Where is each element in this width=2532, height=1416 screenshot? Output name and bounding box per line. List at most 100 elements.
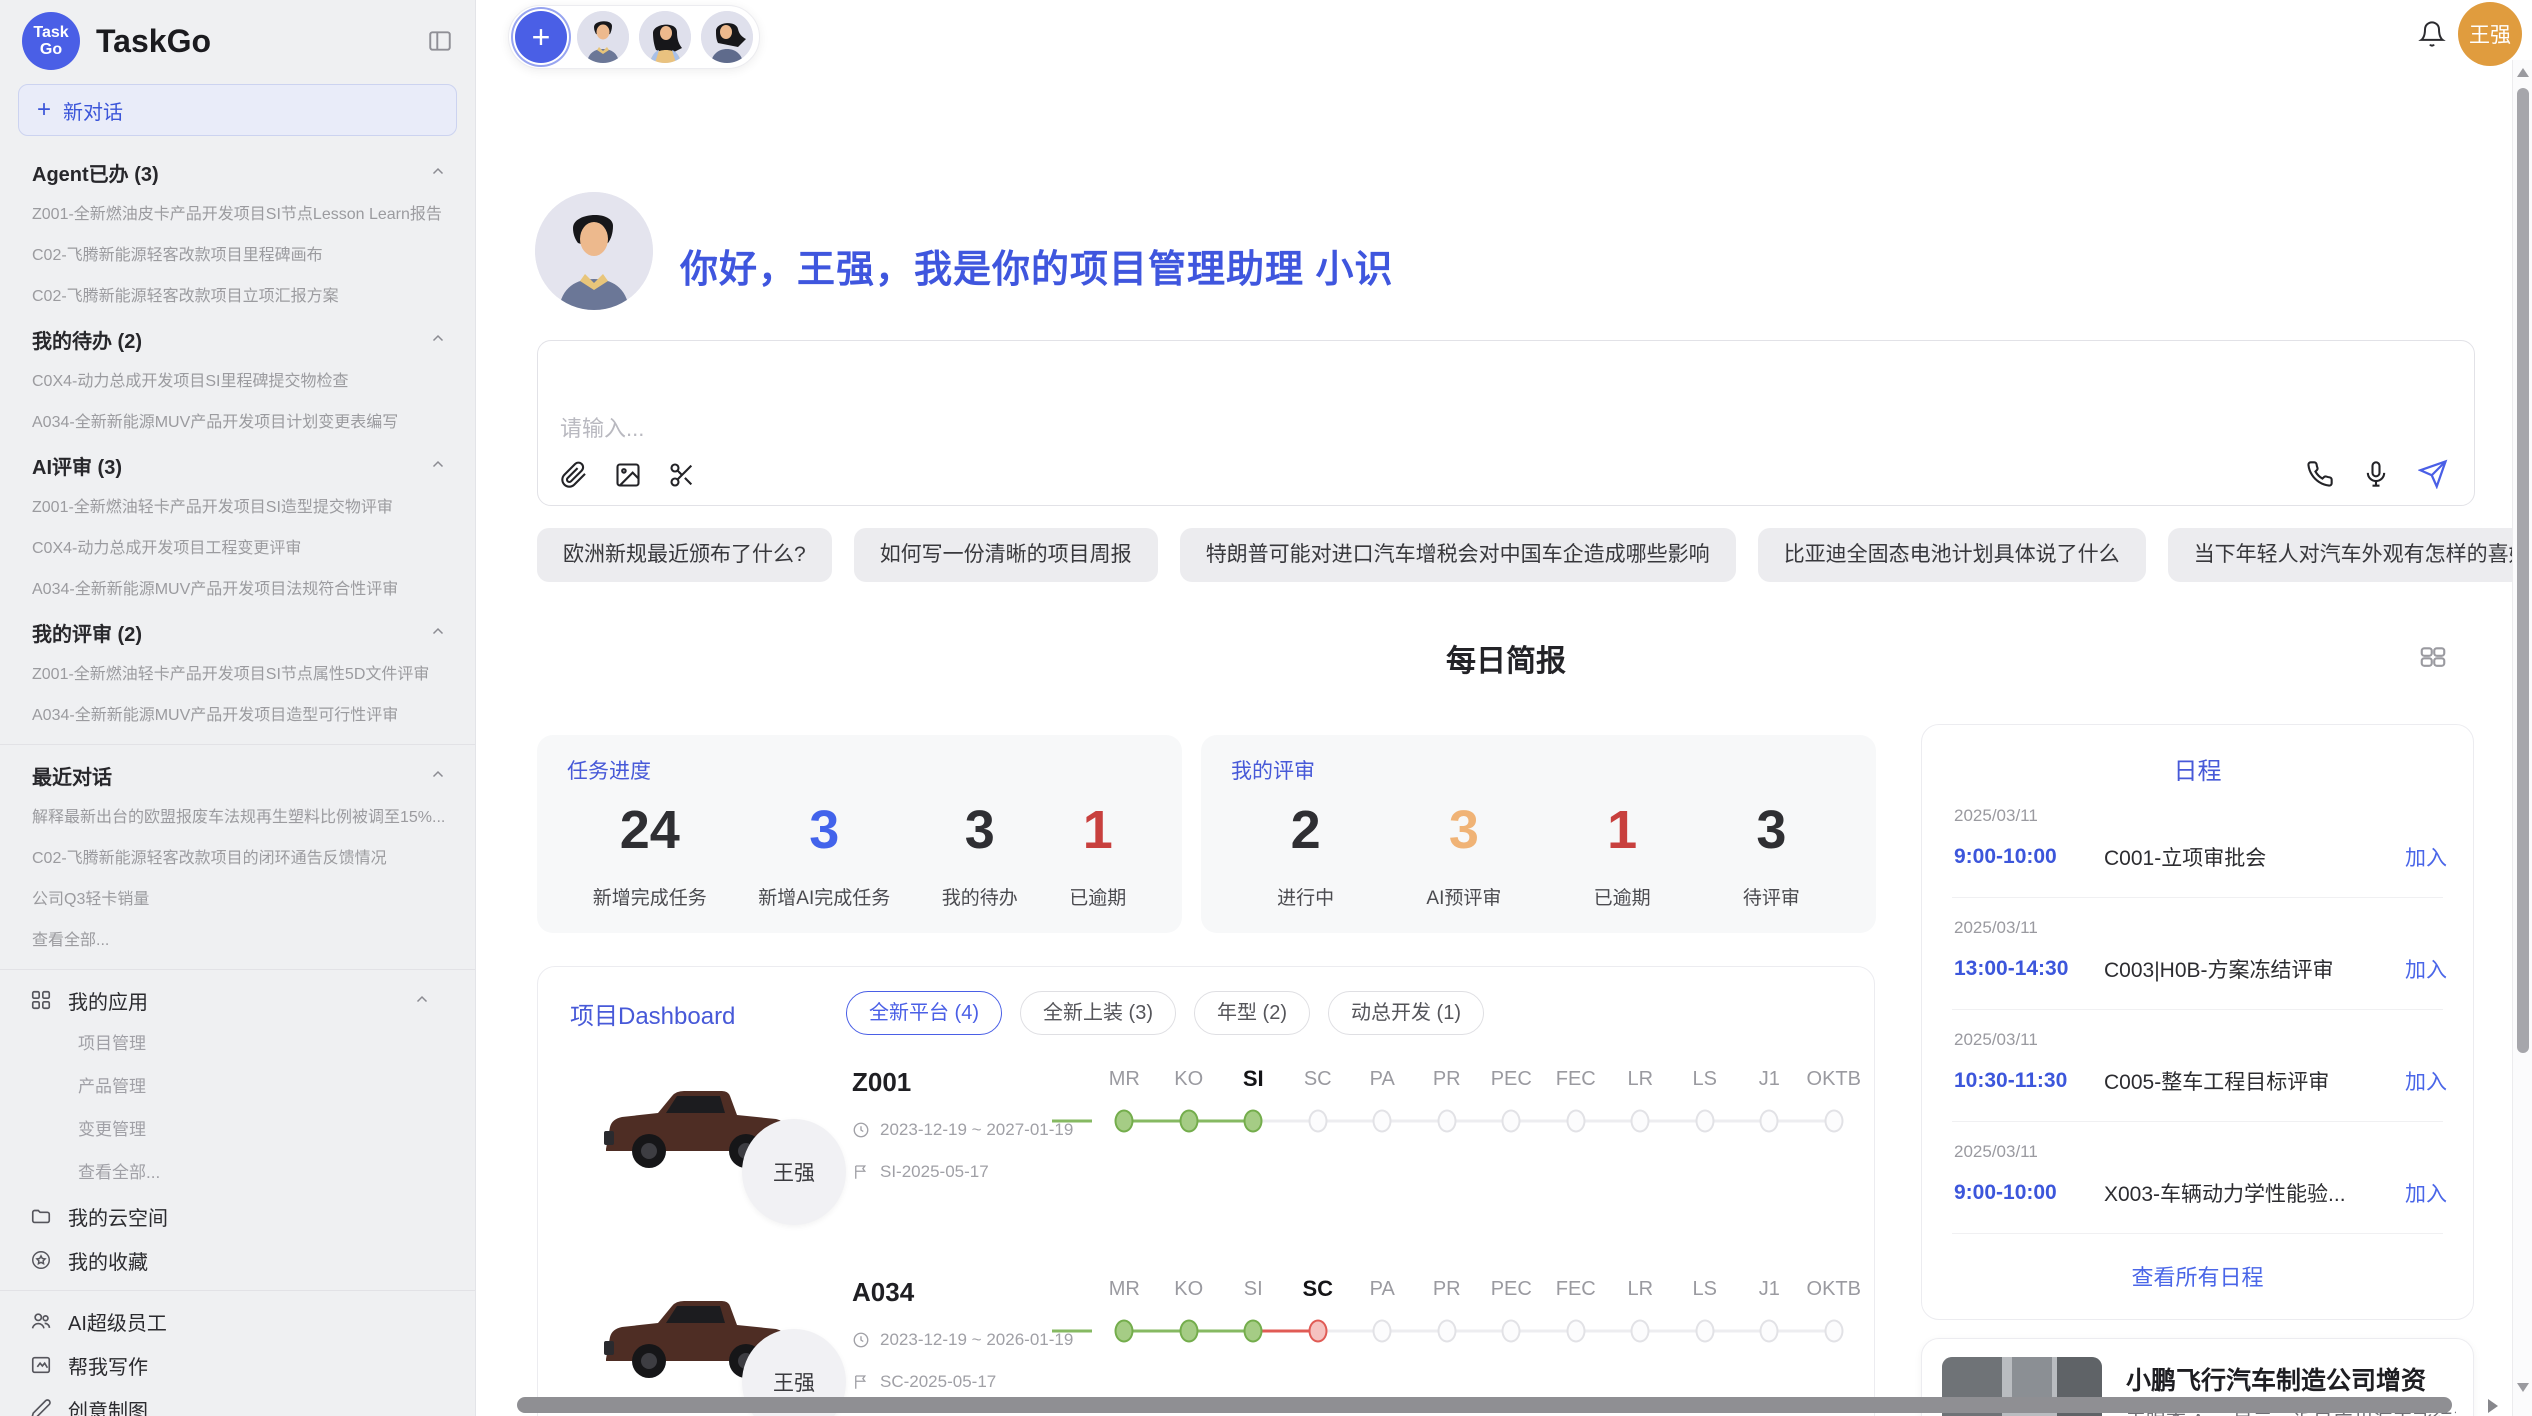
user-avatar[interactable]: 王强 bbox=[2458, 2, 2522, 66]
section-agent-done[interactable]: Agent已办 (3) bbox=[0, 150, 475, 194]
ai-super-staff-label: AI超级员工 bbox=[68, 1307, 167, 1336]
scissors-icon[interactable] bbox=[668, 461, 696, 489]
send-icon[interactable] bbox=[2418, 459, 2448, 489]
sidebar-item-ai-super-staff[interactable]: AI超级员工 bbox=[0, 1299, 475, 1343]
horizontal-scrollbar[interactable] bbox=[517, 1397, 2507, 1414]
chevron-up-icon[interactable] bbox=[413, 991, 431, 1009]
app-item-change-mgmt[interactable]: 变更管理 bbox=[0, 1108, 475, 1151]
chevron-up-icon[interactable] bbox=[429, 330, 447, 348]
app-item-product-mgmt[interactable]: 产品管理 bbox=[0, 1065, 475, 1108]
attachment-icon[interactable] bbox=[560, 461, 588, 489]
clock-icon bbox=[852, 1331, 870, 1349]
view-all-apps[interactable]: 查看全部... bbox=[0, 1151, 475, 1194]
phone-icon[interactable] bbox=[2306, 460, 2334, 488]
view-all-schedule-link[interactable]: 查看所有日程 bbox=[1922, 1260, 2473, 1292]
vertical-scrollbar-thumb[interactable] bbox=[2517, 88, 2529, 1053]
notifications-bell-icon[interactable] bbox=[2418, 20, 2446, 48]
list-item[interactable]: C02-飞腾新能源轻客改款项目立项汇报方案 bbox=[0, 276, 475, 317]
suggestion-chip[interactable]: 如何写一份清晰的项目周报 bbox=[854, 528, 1158, 582]
scroll-up-arrow-icon[interactable] bbox=[2517, 68, 2529, 77]
list-item[interactable]: C02-飞腾新能源轻客改款项目的闭环通告反馈情况 bbox=[0, 838, 475, 879]
list-item[interactable]: 解释最新出台的欧盟报废车法规再生塑料比例被调至15%... bbox=[0, 797, 475, 838]
join-button[interactable]: 加入 bbox=[2405, 1178, 2447, 1208]
chevron-up-icon[interactable] bbox=[429, 766, 447, 784]
suggestion-chip[interactable]: 比亚迪全固态电池计划具体说了什么 bbox=[1758, 528, 2146, 582]
milestone-label: LR bbox=[1608, 1057, 1673, 1101]
horizontal-scrollbar-thumb[interactable] bbox=[517, 1397, 2452, 1413]
suggestion-chip[interactable]: 当下年轻人对汽车外观有怎样的喜好趋势 bbox=[2168, 528, 2532, 582]
news-title: 小鹏飞行汽车制造公司增资 bbox=[2126, 1361, 2426, 1397]
tab-powertrain[interactable]: 动总开发 (1) bbox=[1328, 991, 1484, 1035]
sidebar-collapse-icon[interactable] bbox=[427, 28, 453, 54]
list-item[interactable]: 公司Q3轻卡销量 bbox=[0, 879, 475, 920]
avatar[interactable] bbox=[639, 11, 691, 63]
suggestion-chip[interactable]: 欧洲新规最近颁布了什么? bbox=[537, 528, 832, 582]
list-item[interactable]: A034-全新新能源MUV产品开发项目计划变更表编写 bbox=[0, 402, 475, 443]
tab-new-platform[interactable]: 全新平台 (4) bbox=[846, 991, 1002, 1035]
join-button[interactable]: 加入 bbox=[2405, 1066, 2447, 1096]
tab-model-year[interactable]: 年型 (2) bbox=[1194, 991, 1310, 1035]
new-chat-button[interactable]: + 新对话 bbox=[18, 84, 457, 136]
stat: 24新增完成任务 bbox=[593, 799, 707, 910]
milestone-label: PA bbox=[1350, 1057, 1415, 1101]
layout-grid-icon[interactable] bbox=[2418, 642, 2448, 672]
list-item[interactable]: Z001-全新燃油轻卡产品开发项目SI节点属性5D文件评审 bbox=[0, 654, 475, 695]
divider bbox=[1952, 1233, 2443, 1234]
project-row[interactable]: 王强 A034 2023-12-19 ~ 2026-01-19 SC-2025-… bbox=[570, 1267, 1874, 1416]
milestone-label: PR bbox=[1415, 1267, 1480, 1311]
vertical-scrollbar[interactable] bbox=[2512, 60, 2532, 1416]
star-badge-icon bbox=[30, 1249, 52, 1271]
sidebar-item-my-apps[interactable]: 我的应用 bbox=[0, 978, 475, 1022]
sidebar-item-favorites[interactable]: 我的收藏 bbox=[0, 1238, 475, 1282]
sidebar-item-help-write[interactable]: 帮我写作 bbox=[0, 1343, 475, 1387]
entry-title: C003|H0B-方案冻结评审 bbox=[2104, 954, 2405, 984]
milestone-label: SI bbox=[1221, 1057, 1286, 1101]
milestone-dot bbox=[1437, 1110, 1456, 1133]
suggestion-chip[interactable]: 特朗普可能对进口汽车增税会对中国车企造成哪些影响 bbox=[1180, 528, 1736, 582]
avatar[interactable] bbox=[701, 11, 753, 63]
list-item[interactable]: A034-全新新能源MUV产品开发项目造型可行性评审 bbox=[0, 695, 475, 736]
microphone-icon[interactable] bbox=[2362, 460, 2390, 488]
section-title: Agent已办 (3) bbox=[32, 158, 159, 187]
view-all-recent[interactable]: 查看全部... bbox=[0, 920, 475, 961]
section-ai-review[interactable]: AI评审 (3) bbox=[0, 443, 475, 487]
avatar[interactable] bbox=[577, 11, 629, 63]
chevron-up-icon[interactable] bbox=[429, 163, 447, 181]
section-my-todo[interactable]: 我的待办 (2) bbox=[0, 317, 475, 361]
section-my-review[interactable]: 我的评审 (2) bbox=[0, 610, 475, 654]
entry-time: 9:00-10:00 bbox=[1954, 1181, 2104, 1205]
sidebar-item-cloud-space[interactable]: 我的云空间 bbox=[0, 1194, 475, 1238]
stat-label: AI预评审 bbox=[1426, 883, 1501, 910]
app-item-project-mgmt[interactable]: 项目管理 bbox=[0, 1022, 475, 1065]
chevron-up-icon[interactable] bbox=[429, 456, 447, 474]
stat-value: 2 bbox=[1277, 799, 1334, 861]
project-row[interactable]: 王强 Z001 2023-12-19 ~ 2027-01-19 SI-2025-… bbox=[570, 1057, 1874, 1245]
join-button[interactable]: 加入 bbox=[2405, 954, 2447, 984]
milestone-label: KO bbox=[1157, 1267, 1222, 1311]
project-flag-milestone: SC-2025-05-17 bbox=[852, 1372, 1073, 1392]
milestone-label: LR bbox=[1608, 1267, 1673, 1311]
list-item[interactable]: C0X4-动力总成开发项目工程变更评审 bbox=[0, 528, 475, 569]
list-item[interactable]: C02-飞腾新能源轻客改款项目里程碑画布 bbox=[0, 235, 475, 276]
scroll-down-arrow-icon[interactable] bbox=[2517, 1383, 2529, 1392]
join-button[interactable]: 加入 bbox=[2405, 842, 2447, 872]
milestone-dot bbox=[1631, 1110, 1650, 1133]
suggestion-chips: 欧洲新规最近颁布了什么? 如何写一份清晰的项目周报 特朗普可能对进口汽车增税会对… bbox=[537, 528, 2532, 582]
project-dashboard-card: 项目Dashboard 全新平台 (4) 全新上装 (3) 年型 (2) 动总开… bbox=[537, 966, 1875, 1416]
stat-label: 新增AI完成任务 bbox=[758, 883, 890, 910]
assistant-avatar bbox=[535, 192, 653, 310]
milestone-label: LS bbox=[1673, 1267, 1738, 1311]
chat-input[interactable]: 请输入... bbox=[537, 340, 2475, 506]
section-recent-chats[interactable]: 最近对话 bbox=[0, 753, 475, 797]
list-item[interactable]: C0X4-动力总成开发项目SI里程碑提交物检查 bbox=[0, 361, 475, 402]
tab-new-body[interactable]: 全新上装 (3) bbox=[1020, 991, 1176, 1035]
sidebar-item-creative-draw[interactable]: 创意制图 bbox=[0, 1387, 475, 1416]
my-apps-label: 我的应用 bbox=[68, 986, 148, 1015]
list-item[interactable]: Z001-全新燃油轻卡产品开发项目SI造型提交物评审 bbox=[0, 487, 475, 528]
milestone-dot bbox=[1437, 1320, 1456, 1343]
add-session-button[interactable]: + bbox=[515, 11, 567, 63]
list-item[interactable]: Z001-全新燃油皮卡产品开发项目SI节点Lesson Learn报告 bbox=[0, 194, 475, 235]
list-item[interactable]: A034-全新新能源MUV产品开发项目法规符合性评审 bbox=[0, 569, 475, 610]
image-icon[interactable] bbox=[614, 461, 642, 489]
chevron-up-icon[interactable] bbox=[429, 623, 447, 641]
